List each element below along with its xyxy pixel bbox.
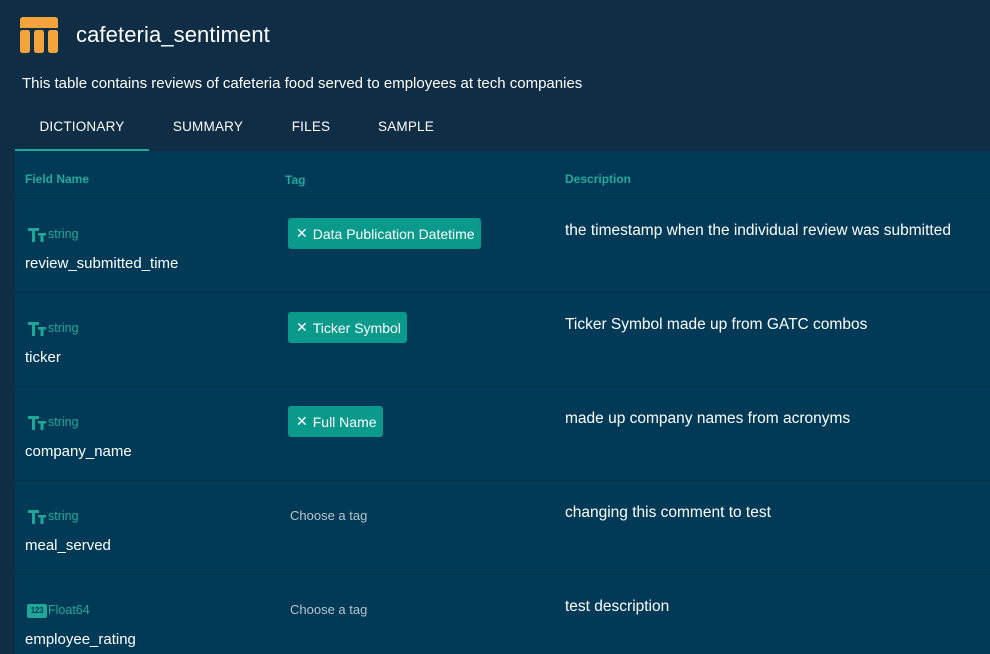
tag-chip[interactable]: ✕ Ticker Symbol xyxy=(288,312,407,343)
field-description[interactable]: Ticker Symbol made up from GATC combos xyxy=(565,316,867,334)
field-type: string xyxy=(27,412,79,430)
tag-label: Data Publication Datetime xyxy=(312,225,475,242)
field-type: string xyxy=(27,224,79,242)
choose-tag-dropdown[interactable]: Choose a tag xyxy=(290,508,367,523)
dataset-description: This table contains reviews of cafeteria… xyxy=(22,75,583,92)
field-name: meal_served xyxy=(25,537,111,554)
field-type-label: string xyxy=(48,415,79,429)
tag-chip[interactable]: ✕ Data Publication Datetime xyxy=(288,218,481,249)
page-header: cafeteria_sentiment This table contains … xyxy=(0,0,990,151)
field-description[interactable]: the timestamp when the individual review… xyxy=(565,222,951,240)
dataset-page: cafeteria_sentiment This table contains … xyxy=(0,0,990,654)
text-type-icon xyxy=(28,416,46,430)
tab-summary[interactable]: SUMMARY xyxy=(149,106,267,149)
field-type-label: Float64 xyxy=(48,603,90,617)
text-type-icon xyxy=(28,322,46,336)
tab-dictionary[interactable]: DICTIONARY xyxy=(15,106,149,151)
field-name: company_name xyxy=(25,443,132,460)
field-description[interactable]: changing this comment to test xyxy=(565,504,771,522)
dataset-title: cafeteria_sentiment xyxy=(76,22,270,47)
field-description[interactable]: made up company names from acronyms xyxy=(565,410,850,428)
field-type-label: string xyxy=(48,227,79,241)
field-type: string xyxy=(27,506,79,524)
table-icon xyxy=(20,17,58,53)
field-description[interactable]: test description xyxy=(565,598,669,616)
header-description: Description xyxy=(565,172,632,186)
numeric-type-icon: 123 xyxy=(27,604,47,618)
field-name: employee_rating xyxy=(25,631,136,648)
tab-bar: DICTIONARY SUMMARY FILES SAMPLE xyxy=(15,106,457,151)
field-type: 123 Float64 xyxy=(27,600,90,618)
tag-chip[interactable]: ✕ Full Name xyxy=(288,406,383,437)
field-type: string xyxy=(27,318,79,336)
table-row: string meal_served Choose a tag changing… xyxy=(15,480,990,574)
tag-label: Ticker Symbol xyxy=(312,319,401,336)
field-name: review_submitted_time xyxy=(25,255,179,272)
table-row: string ticker ✕ Ticker Symbol Ticker Sym… xyxy=(15,292,990,386)
header-field-name: Field Name xyxy=(25,172,90,186)
remove-tag-icon[interactable]: ✕ xyxy=(296,413,308,430)
remove-tag-icon[interactable]: ✕ xyxy=(296,319,308,336)
text-type-icon xyxy=(28,228,46,242)
field-name: ticker xyxy=(25,349,61,366)
choose-tag-dropdown[interactable]: Choose a tag xyxy=(290,602,367,617)
header-tag: Tag xyxy=(285,173,306,187)
remove-tag-icon[interactable]: ✕ xyxy=(296,225,308,242)
field-type-label: string xyxy=(48,321,79,335)
tag-label: Full Name xyxy=(312,413,377,430)
field-type-label: string xyxy=(48,509,79,523)
table-row: string company_name ✕ Full Name made up … xyxy=(15,386,990,480)
tab-sample[interactable]: SAMPLE xyxy=(355,106,457,149)
table-row: 123 Float64 employee_rating Choose a tag… xyxy=(15,574,990,654)
table-row: string review_submitted_time ✕ Data Publ… xyxy=(15,198,990,292)
tab-files[interactable]: FILES xyxy=(267,106,355,149)
text-type-icon xyxy=(28,510,46,524)
dictionary-table: Field Name Tag Description string review… xyxy=(15,151,990,654)
